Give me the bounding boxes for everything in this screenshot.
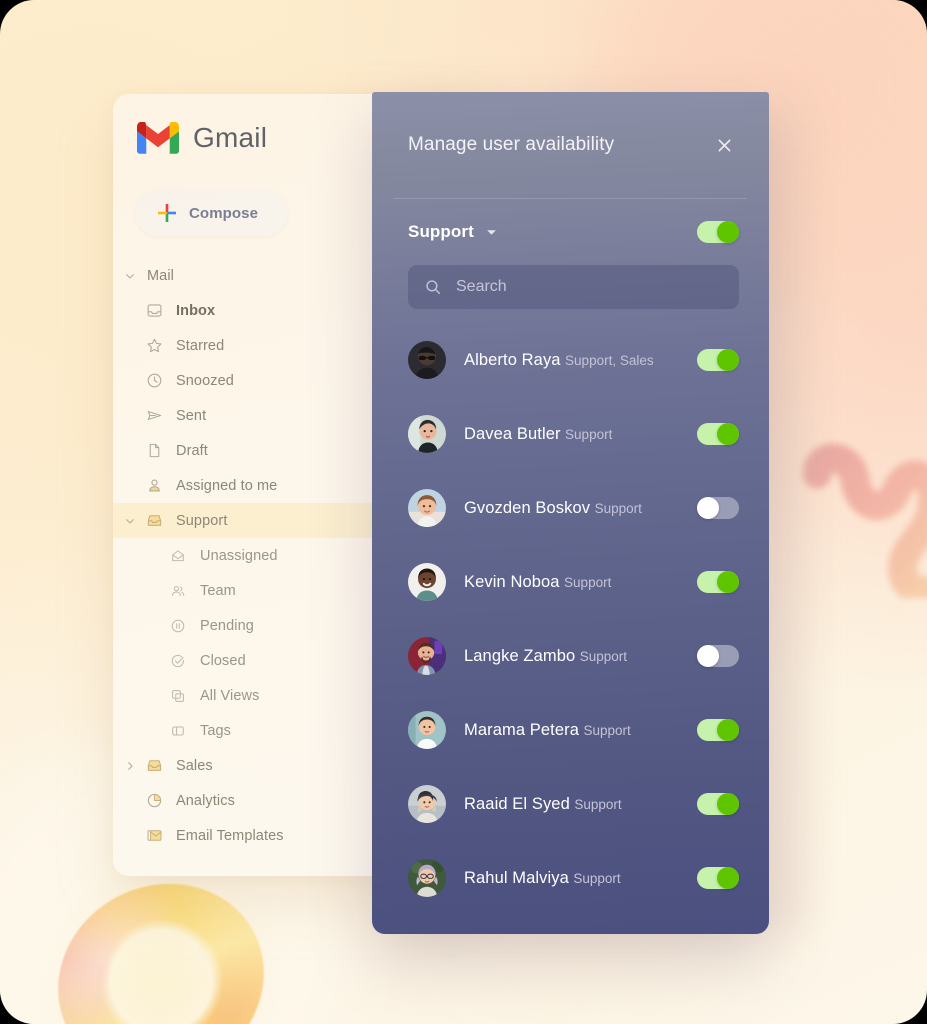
clock-icon bbox=[141, 372, 167, 389]
user-info: Langke Zambo Support bbox=[446, 646, 697, 667]
avatar bbox=[408, 341, 446, 379]
compose-label: Compose bbox=[189, 204, 259, 222]
user-row[interactable]: Gvozden Boskov Support bbox=[372, 471, 769, 545]
avatar bbox=[408, 563, 446, 601]
user-name: Davea Butler bbox=[464, 424, 561, 443]
avatar bbox=[408, 489, 446, 527]
avatar bbox=[408, 415, 446, 453]
compose-button[interactable]: Compose bbox=[135, 190, 289, 236]
toggle-knob bbox=[717, 867, 739, 889]
search-input[interactable] bbox=[456, 278, 723, 296]
pause-circle-icon bbox=[165, 618, 191, 634]
user-role: Support bbox=[573, 870, 621, 886]
toggle-knob bbox=[717, 571, 739, 593]
chevron-right-icon bbox=[119, 761, 141, 771]
tag-icon bbox=[165, 723, 191, 739]
envelope-open-icon bbox=[165, 548, 191, 564]
gmail-wordmark: Gmail bbox=[193, 122, 268, 153]
user-info: Rahul Malviya Support bbox=[446, 868, 697, 889]
pie-chart-icon bbox=[141, 792, 167, 809]
avatar bbox=[408, 859, 446, 897]
group-name: Support bbox=[408, 222, 474, 241]
user-name: Kevin Noboa bbox=[464, 572, 560, 591]
page-title: Manage user availability bbox=[408, 134, 615, 155]
toggle-knob bbox=[717, 793, 739, 815]
page-root: Gmail Compose Mail Inbox Starred Snoozed… bbox=[0, 0, 927, 1024]
user-name: Marama Petera bbox=[464, 720, 580, 739]
manage-availability-panel: Manage user availability Support Search … bbox=[372, 92, 769, 934]
search-field[interactable] bbox=[408, 265, 739, 309]
decorative-squiggle bbox=[802, 438, 927, 606]
plus-icon bbox=[157, 203, 177, 223]
avatar bbox=[408, 711, 446, 749]
user-row[interactable]: Davea Butler Support bbox=[372, 397, 769, 471]
user-info: Marama Petera Support bbox=[446, 720, 697, 741]
user-info: Raaid El Syed Support bbox=[446, 794, 697, 815]
user-role: Support, Sales bbox=[565, 352, 654, 368]
chevron-down-icon bbox=[119, 516, 141, 526]
inbox-icon bbox=[141, 302, 167, 319]
chevron-down-icon bbox=[486, 229, 497, 236]
user-availability-toggle[interactable] bbox=[697, 719, 739, 741]
toggle-knob bbox=[697, 497, 719, 519]
user-list: Alberto Raya Support, Sales Davea Butler… bbox=[372, 323, 769, 915]
user-role: Support bbox=[565, 426, 613, 442]
tray-icon bbox=[141, 757, 167, 774]
user-name: Langke Zambo bbox=[464, 646, 576, 665]
user-row[interactable]: Raaid El Syed Support bbox=[372, 767, 769, 841]
user-availability-toggle[interactable] bbox=[697, 867, 739, 889]
toggle-knob bbox=[717, 221, 739, 243]
mail-template-icon bbox=[141, 827, 167, 844]
group-row-support: Support bbox=[372, 199, 769, 243]
user-row[interactable]: Kevin Noboa Support bbox=[372, 545, 769, 619]
star-icon bbox=[141, 337, 167, 354]
avatar bbox=[408, 785, 446, 823]
group-availability-toggle[interactable] bbox=[697, 221, 739, 243]
user-row[interactable]: Langke Zambo Support bbox=[372, 619, 769, 693]
toggle-knob bbox=[717, 719, 739, 741]
person-icon bbox=[141, 477, 167, 494]
user-row[interactable]: Marama Petera Support bbox=[372, 693, 769, 767]
people-icon bbox=[165, 583, 191, 599]
gmail-logo-icon bbox=[137, 121, 179, 154]
check-circle-icon bbox=[165, 653, 191, 669]
user-info: Kevin Noboa Support bbox=[446, 572, 697, 593]
user-availability-toggle[interactable] bbox=[697, 497, 739, 519]
search-icon bbox=[424, 278, 442, 296]
chevron-down-icon bbox=[119, 271, 141, 281]
user-availability-toggle[interactable] bbox=[697, 793, 739, 815]
toggle-knob bbox=[697, 645, 719, 667]
user-role: Support bbox=[564, 574, 612, 590]
user-info: Davea Butler Support bbox=[446, 424, 697, 445]
user-availability-toggle[interactable] bbox=[697, 349, 739, 371]
avatar bbox=[408, 637, 446, 675]
user-role: Support bbox=[579, 648, 628, 664]
close-button[interactable] bbox=[707, 128, 741, 162]
group-selector[interactable]: Support bbox=[408, 222, 497, 242]
user-role: Support bbox=[594, 500, 642, 516]
user-availability-toggle[interactable] bbox=[697, 571, 739, 593]
user-info: Alberto Raya Support, Sales bbox=[446, 350, 697, 371]
user-availability-toggle[interactable] bbox=[697, 423, 739, 445]
user-availability-toggle[interactable] bbox=[697, 645, 739, 667]
close-icon bbox=[715, 136, 734, 155]
toggle-knob bbox=[717, 423, 739, 445]
send-icon bbox=[141, 407, 167, 424]
user-info: Gvozden Boskov Support bbox=[446, 498, 697, 519]
user-name: Rahul Malviya bbox=[464, 868, 569, 887]
copy-icon bbox=[165, 688, 191, 704]
panel-header: Manage user availability bbox=[372, 92, 769, 198]
user-name: Raaid El Syed bbox=[464, 794, 570, 813]
user-role: Support bbox=[574, 796, 622, 812]
user-name: Alberto Raya bbox=[464, 350, 561, 369]
user-role: Support bbox=[583, 722, 631, 738]
document-icon bbox=[141, 442, 167, 459]
tray-icon bbox=[141, 512, 167, 529]
toggle-knob bbox=[717, 349, 739, 371]
user-name: Gvozden Boskov bbox=[464, 498, 591, 517]
user-row[interactable]: Rahul Malviya Support bbox=[372, 841, 769, 915]
user-row[interactable]: Alberto Raya Support, Sales bbox=[372, 323, 769, 397]
